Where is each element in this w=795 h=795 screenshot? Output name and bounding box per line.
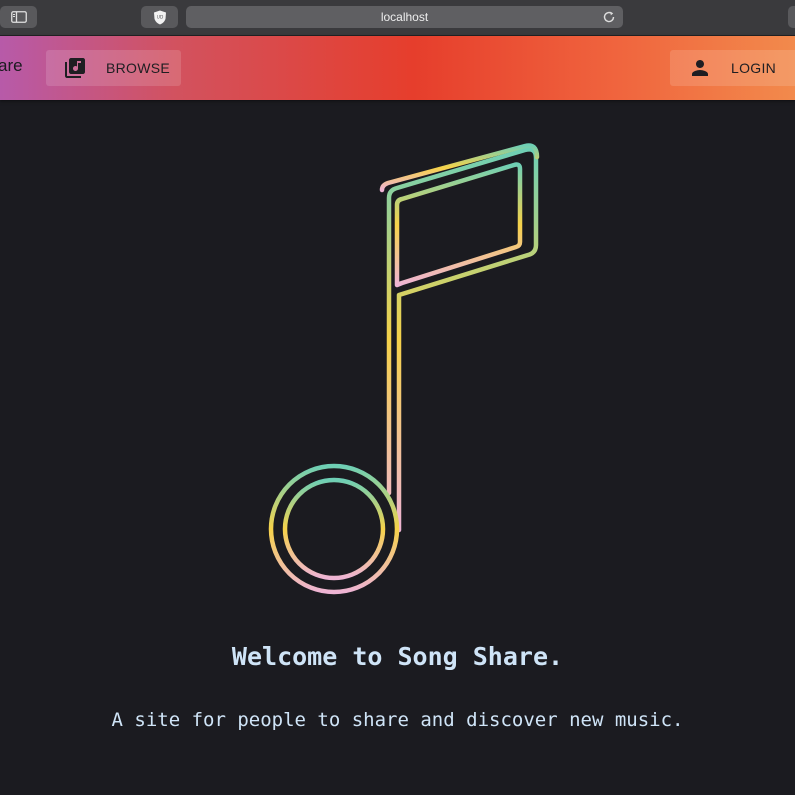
browse-button[interactable]: BROWSE [46,50,181,86]
sidebar-toggle-button[interactable] [0,6,37,28]
address-bar[interactable]: localhost [186,6,623,28]
library-music-icon [63,56,87,80]
person-icon [688,56,712,80]
welcome-title: Welcome to Song Share. [231,642,564,671]
toolbar-overflow-button[interactable] [788,6,795,28]
music-note-icon [268,143,540,595]
extension-button[interactable]: UD [141,6,178,28]
login-button[interactable]: LOGIN [670,50,795,86]
welcome-subtitle: A site for people to share and discover … [111,709,684,731]
reload-icon[interactable] [601,9,617,25]
extension-badge-text: UD [156,14,163,20]
browse-label: BROWSE [106,60,171,76]
brand-name[interactable]: are [0,56,23,76]
login-label: LOGIN [731,60,777,76]
app-header: are BROWSE LOGIN [0,36,795,100]
browser-toolbar: UD localhost [0,0,795,36]
sidebar-icon [10,11,27,23]
shield-icon: UD [153,10,166,24]
url-text: localhost [380,10,429,24]
